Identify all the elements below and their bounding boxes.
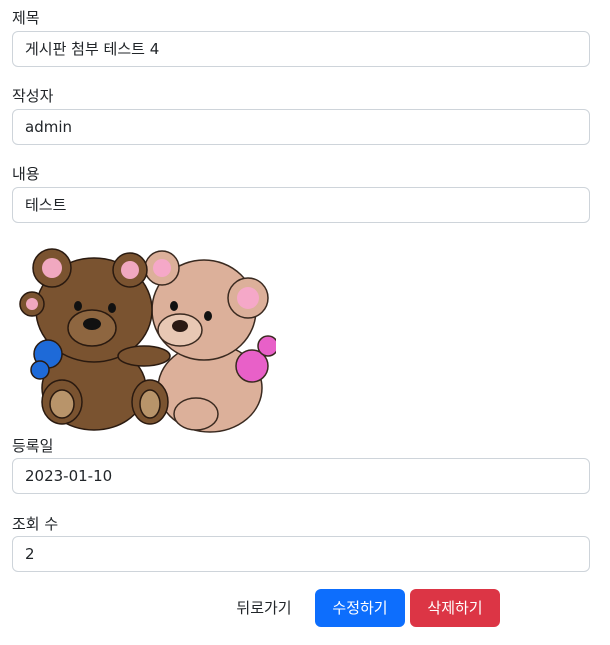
author-field[interactable]: admin xyxy=(12,109,590,145)
date-field[interactable]: 2023-01-10 xyxy=(12,458,590,494)
date-label: 등록일 xyxy=(12,437,54,455)
content-field[interactable]: 테스트 xyxy=(12,187,590,223)
edit-button[interactable]: 수정하기 xyxy=(315,589,405,627)
author-label: 작성자 xyxy=(12,87,54,105)
title-label: 제목 xyxy=(12,9,40,27)
views-label: 조회 수 xyxy=(12,515,59,533)
teddy-bears-icon xyxy=(19,248,279,433)
delete-button[interactable]: 삭제하기 xyxy=(410,589,500,627)
title-field[interactable]: 게시판 첨부 테스트 4 xyxy=(12,31,590,67)
content-label: 내용 xyxy=(12,165,40,183)
views-field[interactable]: 2 xyxy=(12,536,590,572)
back-button[interactable]: 뒤로가기 xyxy=(222,589,306,627)
attachment-image xyxy=(12,238,279,434)
